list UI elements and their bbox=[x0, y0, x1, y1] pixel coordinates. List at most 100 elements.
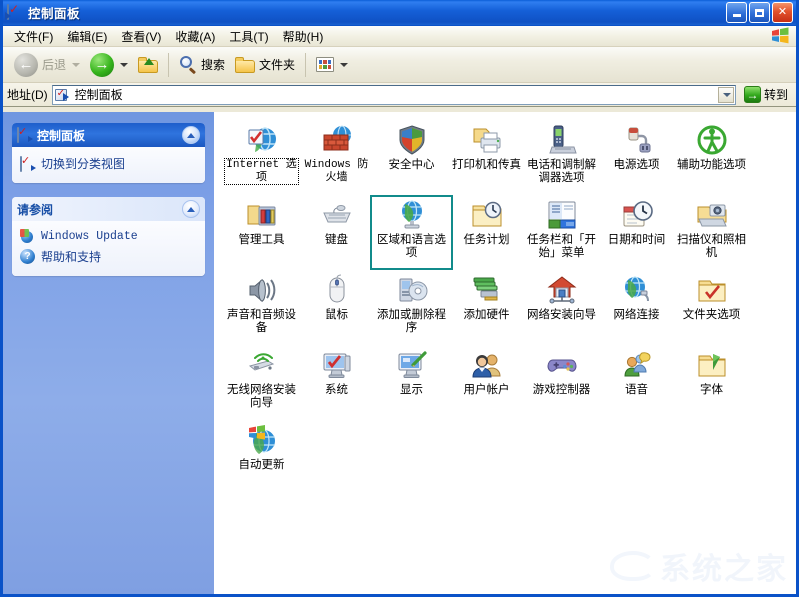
control-panel-item-scanners-cameras[interactable]: 扫描仪和照相机 bbox=[674, 195, 749, 270]
address-input[interactable]: 控制面板 bbox=[52, 85, 736, 105]
collapse-chevron-icon[interactable] bbox=[182, 126, 200, 144]
control-panel-item-regional-language[interactable]: 区域和语言选项 bbox=[370, 195, 453, 270]
power-options-icon bbox=[621, 124, 653, 156]
control-panel-item-date-time[interactable]: 日期和时间 bbox=[599, 195, 674, 270]
control-panel-item-sounds-audio[interactable]: 声音和音频设备 bbox=[224, 270, 299, 345]
keyboard-icon bbox=[321, 199, 353, 231]
automatic-updates-icon bbox=[246, 424, 278, 456]
control-panel-item-power-options[interactable]: 电源选项 bbox=[599, 120, 674, 195]
close-button[interactable]: ✕ bbox=[772, 2, 793, 23]
title-bar: 控制面板 ✕ bbox=[3, 0, 796, 26]
control-panel-item-keyboard[interactable]: 键盘 bbox=[299, 195, 374, 270]
control-panel-switch-icon bbox=[20, 157, 35, 171]
address-dropdown-button[interactable] bbox=[718, 87, 734, 103]
go-button[interactable]: → 转到 bbox=[742, 85, 792, 104]
menu-help[interactable]: 帮助(H) bbox=[276, 26, 331, 47]
menu-file[interactable]: 文件(F) bbox=[7, 26, 60, 47]
control-panel-item-fonts[interactable]: 字体 bbox=[674, 345, 749, 420]
control-panel-item-network-connections[interactable]: 网络连接 bbox=[599, 270, 674, 345]
control-panel-item-speech[interactable]: 语音 bbox=[599, 345, 674, 420]
folders-button[interactable]: 文件夹 bbox=[230, 50, 300, 80]
control-panel-item-administrative-tools[interactable]: 管理工具 bbox=[224, 195, 299, 270]
maximize-button[interactable] bbox=[749, 2, 770, 23]
control-panel-panel-header: 控制面板 bbox=[12, 123, 205, 147]
menu-tools[interactable]: 工具(T) bbox=[222, 26, 275, 47]
menu-favorites[interactable]: 收藏(A) bbox=[168, 26, 222, 47]
forward-button[interactable]: → bbox=[85, 50, 133, 80]
control-panel-item-add-remove-programs[interactable]: 添加或删除程序 bbox=[374, 270, 449, 345]
icon-grid: Internet 选项 Windows 防火墙 安全中心 打印机和传真 电话和调… bbox=[214, 120, 796, 495]
address-control-panel-icon bbox=[55, 89, 67, 101]
back-button[interactable]: ← 后退 bbox=[9, 50, 85, 80]
control-panel-panel-body: 切换到分类视图 bbox=[12, 147, 205, 183]
up-button[interactable] bbox=[133, 50, 163, 80]
collapse-chevron-icon[interactable] bbox=[182, 200, 200, 218]
link-label: 帮助和支持 bbox=[41, 248, 101, 265]
internet-options-icon bbox=[246, 124, 278, 156]
control-panel-item-game-controllers[interactable]: 游戏控制器 bbox=[524, 345, 599, 420]
item-label: 安全中心 bbox=[375, 159, 448, 172]
item-label: 日期和时间 bbox=[600, 234, 673, 247]
mouse-icon bbox=[321, 274, 353, 306]
item-label: 添加硬件 bbox=[450, 309, 523, 322]
help-and-support-link[interactable]: ? 帮助和支持 bbox=[20, 246, 197, 267]
menu-view[interactable]: 查看(V) bbox=[114, 26, 168, 47]
control-panel-task-panel: 控制面板 切换到分类视图 bbox=[12, 123, 205, 183]
control-panel-item-add-hardware[interactable]: 添加硬件 bbox=[449, 270, 524, 345]
control-panel-item-system[interactable]: 系统 bbox=[299, 345, 374, 420]
windows-update-link[interactable]: Windows Update bbox=[20, 227, 197, 246]
panel-title: 控制面板 bbox=[37, 127, 85, 144]
back-dropdown-icon[interactable] bbox=[72, 63, 80, 67]
display-icon bbox=[396, 349, 428, 381]
control-panel-item-user-accounts[interactable]: 用户帐户 bbox=[449, 345, 524, 420]
game-controllers-icon bbox=[546, 349, 578, 381]
regional-language-icon bbox=[396, 199, 428, 231]
control-panel-item-network-setup-wizard[interactable]: 网络安装向导 bbox=[524, 270, 599, 345]
back-label: 后退 bbox=[42, 56, 66, 73]
control-panel-item-display[interactable]: 显示 bbox=[374, 345, 449, 420]
address-bar: 地址(D) 控制面板 → 转到 bbox=[3, 83, 796, 107]
views-button[interactable] bbox=[311, 50, 353, 80]
control-panel-item-security-center[interactable]: 安全中心 bbox=[374, 120, 449, 195]
menu-edit[interactable]: 编辑(E) bbox=[60, 26, 114, 47]
forward-dropdown-icon[interactable] bbox=[120, 63, 128, 67]
item-label: 任务计划 bbox=[450, 234, 523, 247]
minimize-button[interactable] bbox=[726, 2, 747, 23]
item-label: 任务栏和「开始」菜单 bbox=[525, 234, 598, 259]
control-panel-icon bbox=[17, 128, 32, 142]
control-panel-item-taskbar-startmenu[interactable]: 任务栏和「开始」菜单 bbox=[524, 195, 599, 270]
views-dropdown-icon[interactable] bbox=[340, 63, 348, 67]
user-accounts-icon bbox=[471, 349, 503, 381]
item-label: 打印机和传真 bbox=[450, 159, 523, 172]
phone-modem-icon bbox=[546, 124, 578, 156]
search-button[interactable]: 搜索 bbox=[174, 50, 230, 80]
item-label: 显示 bbox=[375, 384, 448, 397]
see-also-panel: 请参阅 Windows Update ? 帮助和支持 bbox=[12, 197, 205, 276]
control-panel-item-phone-modem[interactable]: 电话和调制解调器选项 bbox=[524, 120, 599, 195]
control-panel-item-internet-options[interactable]: Internet 选项 bbox=[224, 120, 299, 195]
control-panel-item-scheduled-tasks[interactable]: 任务计划 bbox=[449, 195, 524, 270]
scanners-cameras-icon bbox=[696, 199, 728, 231]
help-support-icon: ? bbox=[20, 249, 35, 264]
item-label: 电话和调制解调器选项 bbox=[525, 159, 598, 184]
taskbar-startmenu-icon bbox=[546, 199, 578, 231]
control-panel-item-windows-firewall[interactable]: Windows 防火墙 bbox=[299, 120, 374, 195]
windows-firewall-icon bbox=[321, 124, 353, 156]
task-pane: 控制面板 切换到分类视图 请参阅 bbox=[3, 112, 214, 594]
control-panel-item-wireless-network[interactable]: 无线网络安装向导 bbox=[224, 345, 299, 420]
control-panel-item-mouse[interactable]: 鼠标 bbox=[299, 270, 374, 345]
folders-icon bbox=[235, 56, 255, 73]
item-label: 用户帐户 bbox=[450, 384, 523, 397]
control-panel-item-folder-options[interactable]: 文件夹选项 bbox=[674, 270, 749, 345]
item-label: 添加或删除程序 bbox=[375, 309, 448, 334]
search-icon bbox=[179, 56, 197, 74]
item-label: 键盘 bbox=[300, 234, 373, 247]
control-panel-item-accessibility[interactable]: 辅助功能选项 bbox=[674, 120, 749, 195]
watermark-mark-icon bbox=[610, 551, 656, 581]
switch-to-category-view-link[interactable]: 切换到分类视图 bbox=[20, 153, 197, 174]
control-panel-item-printers-faxes[interactable]: 打印机和传真 bbox=[449, 120, 524, 195]
item-label: Windows 防火墙 bbox=[300, 159, 373, 184]
item-label: 电源选项 bbox=[600, 159, 673, 172]
windows-flag-icon bbox=[770, 27, 790, 45]
control-panel-item-automatic-updates[interactable]: 自动更新 bbox=[224, 420, 299, 495]
